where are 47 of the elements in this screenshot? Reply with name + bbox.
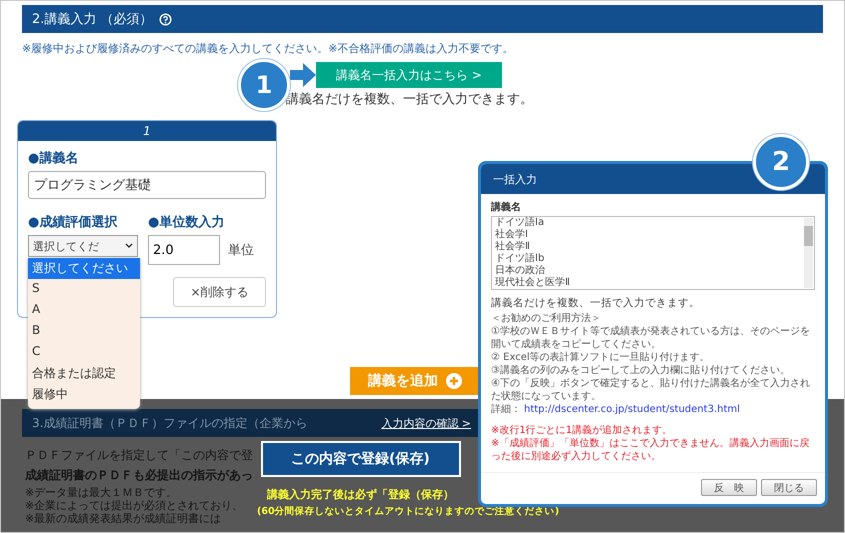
timeout-warning: 講義入力完了後は必ず「登録（保存）	[267, 488, 454, 502]
dialog-caption: 講義名だけを複数、一括で入力できます。	[491, 296, 701, 310]
field-label: 講義名	[491, 200, 522, 214]
delete-button[interactable]: ×削除する	[173, 277, 266, 307]
card-number: 1	[18, 121, 276, 141]
instruction-note: ※履修中および履修済みのすべての講義を入力してください。※不合格評価の講義は入力不要です。	[22, 41, 514, 56]
pdf-note: ※最新の成績発表結果が成績証明書には	[25, 512, 222, 525]
help-icon[interactable]	[158, 12, 172, 26]
section-title: 3.成績証明書（ＰＤＦ）ファイルの指定（企業から	[32, 414, 308, 432]
course-names-textarea[interactable]: ドイツ語Ⅰa 社会学Ⅰ 社会学Ⅱ ドイツ語Ⅰb 日本の政治 現代社会と医学Ⅱ	[491, 216, 815, 290]
scrollbar[interactable]	[804, 218, 813, 288]
pdf-note: ※企業によっては提出が必須とされており、	[25, 499, 244, 512]
field-label: ●成績評価選択	[28, 214, 118, 231]
dialog-warning: ※「成績評価」「単位数」はここで入力できません。講義入力画面に戻った後に別途必ず入力してください。	[491, 437, 810, 463]
course-name-field[interactable]: プログラミング基礎	[28, 171, 266, 199]
field-label: ●単位数入力	[148, 214, 226, 231]
howto-step: ② Excel等の表計算ソフトに一旦貼り付けます。	[491, 351, 817, 364]
dropdown-option[interactable]: S	[28, 279, 140, 300]
pdf-note: 成績証明書のＰＤＦも必提出の指示があっ	[25, 467, 253, 484]
howto-step: ③講義名の列のみをコピーして上の入力欄に貼り付けてください。	[491, 364, 817, 377]
credit-field[interactable]: 2.0	[148, 235, 220, 265]
confirm-link[interactable]: 入力内容の確認 >	[381, 416, 471, 430]
howto-title: ＜お勧めのご利用方法＞	[491, 312, 602, 325]
pdf-instruction: ＰＤＦファイルを指定して「この内容で登	[25, 447, 253, 464]
dropdown-option[interactable]: 合格または認定	[28, 363, 140, 384]
dropdown-option[interactable]: C	[28, 342, 140, 363]
arrow-icon	[290, 63, 316, 87]
section-title: 2.講義入力 （必須）	[32, 11, 153, 28]
detail-link[interactable]: http://dscenter.co.jp/student/student3.html	[524, 403, 740, 416]
timeout-warning: (60分間保存しないとタイムアウトになりますのでご注意ください)	[257, 505, 560, 519]
register-button[interactable]: この内容で登録(保存)	[261, 441, 461, 477]
dropdown-option[interactable]: B	[28, 321, 140, 342]
unit-label: 単位	[228, 242, 254, 259]
dialog-warning: ※改行1行ごとに1講義が追加されます。	[491, 424, 674, 437]
dialog-button[interactable]: 反 映	[701, 479, 757, 496]
chevron-icon	[125, 243, 133, 249]
howto-step: ④下の「反映」ボタンで確定すると、貼り付けた講義名が全て入力された状態になっています。	[491, 377, 817, 403]
howto-step: ①学校のＷＥＢサイト等で成績表が発表されている方は、そのページを開いて成績表をコピーしてください。	[491, 325, 817, 351]
dropdown-option[interactable]: A	[28, 300, 140, 321]
plus-icon	[446, 373, 462, 389]
detail-label: 詳細：	[491, 403, 521, 416]
dropdown-option[interactable]: 選択してください	[28, 258, 140, 279]
pdf-note: ※データ量は最大１ＭＢです。	[25, 486, 178, 499]
dropdown-option[interactable]: 履修中	[28, 384, 140, 405]
field-label: ●講義名	[28, 150, 80, 167]
grade-select[interactable]: 選択してくだ	[28, 235, 138, 257]
dialog-button[interactable]: 閉じる	[761, 479, 817, 496]
